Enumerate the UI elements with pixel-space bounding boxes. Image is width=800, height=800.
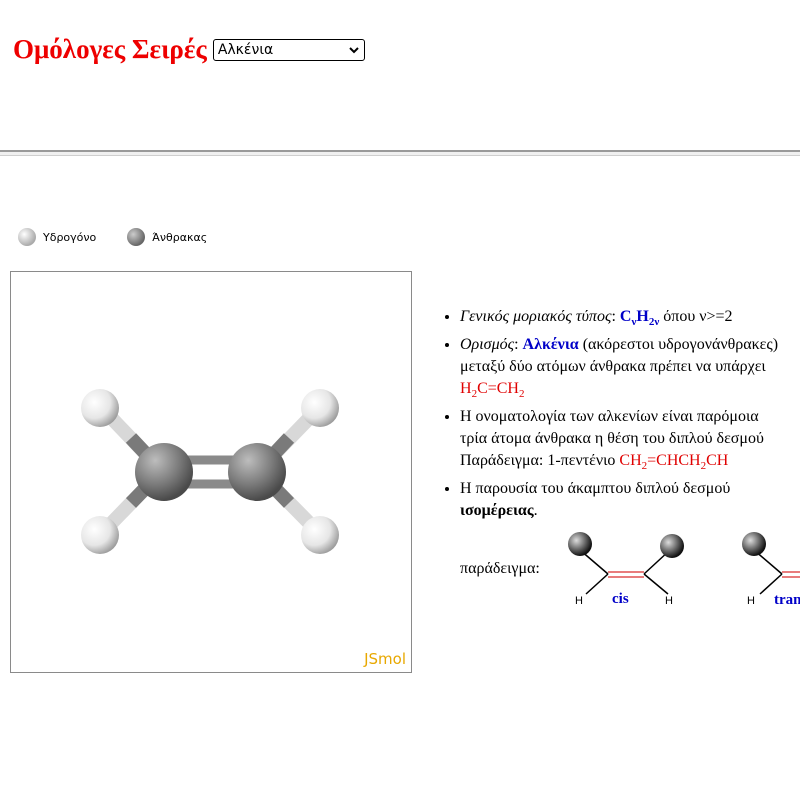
pentene-formula: CH2=CHCH2CH [619,452,729,473]
ethene-formula: H2C=CH2 [460,380,525,401]
cis-isomer-diagram: H H cis [568,532,684,607]
info-panel: Γενικός μοριακός τύπος: CνH2ν όπου ν>=2 … [440,306,800,528]
trans-isomer-diagram: H trans [742,532,800,608]
hydrogen-atom-top-left [81,389,119,427]
info-nomenclature: Η ονοματολογία των αλκενίων είναι παρόμο… [460,406,800,472]
general-formula-label: Γενικός μοριακός τύπος [460,308,612,325]
hydrogen-atom-bottom-left [81,516,119,554]
info-isomerism: Η παρουσία του άκαμπτου διπλού δεσμού ισ… [460,478,800,522]
carbon-atom-left [135,443,193,501]
ethene-molecule-model[interactable] [11,272,411,672]
svg-text:H: H [747,595,755,607]
svg-text:H: H [665,595,673,607]
svg-text:H: H [575,595,583,607]
title-row: Ομόλογες Σειρές Αλκένια [13,34,365,65]
hydrogen-atom-bottom-right [301,516,339,554]
hydrogen-atom-icon [18,228,36,246]
definition-label: Ορισμός [460,336,515,353]
general-formula-tail: όπου ν>=2 [659,308,733,325]
legend-hydrogen: Υδρογόνο [17,227,96,247]
series-select-value: Αλκένια [217,41,274,58]
atom-legend: Υδρογόνο Άνθρακας [17,227,237,247]
definition-term: Αλκένια [522,336,579,353]
hydrogen-atom-top-right [301,389,339,427]
legend-carbon: Άνθρακας [126,227,207,247]
legend-hydrogen-label: Υδρογόνο [43,230,97,244]
info-general-formula: Γενικός μοριακός τύπος: CνH2ν όπου ν>=2 [460,306,800,328]
separator [0,150,800,156]
info-definition: Ορισμός: Αλκένια (ακόρεστοι υδρογονάνθρα… [460,334,800,400]
info-list: Γενικός μοριακός τύπος: CνH2ν όπου ν>=2 … [440,306,800,522]
definition-line2: μεταξύ δύο ατόμων άνθρακα πρέπει να υπάρ… [460,358,766,375]
cis-label: cis [612,591,629,607]
general-formula: CνH2ν [619,308,660,329]
legend-carbon-label: Άνθρακας [152,230,208,244]
chevron-down-icon [349,46,359,53]
jsmol-brand: JSmol [364,650,406,668]
example-label: παράδειγμα: [460,560,540,577]
page-title: Ομόλογες Σειρές [13,34,207,64]
trans-label: trans [774,592,800,608]
jsmol-viewer[interactable]: JSmol [10,271,412,673]
series-select[interactable]: Αλκένια [212,38,365,61]
isomerism-term: ισομέρειας [460,502,534,519]
carbon-atom-right [228,443,286,501]
carbon-atom-icon [127,228,146,246]
